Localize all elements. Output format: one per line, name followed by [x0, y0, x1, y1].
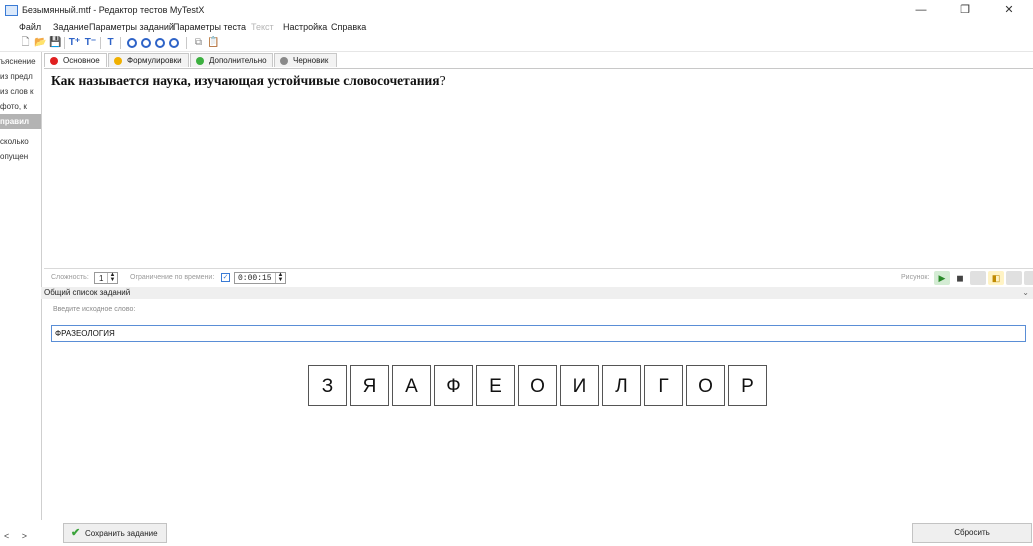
green-dot-icon	[196, 57, 204, 65]
delete-task-icon[interactable]: T⁻	[84, 37, 97, 49]
add-task-icon[interactable]: T⁺	[68, 37, 81, 49]
tab-label: Черновик	[293, 56, 329, 65]
menu-settings[interactable]: Настройка	[283, 22, 327, 32]
nav-next-icon[interactable]	[155, 38, 165, 48]
save-disk-icon[interactable]: 💾	[49, 37, 62, 49]
task-type-icon[interactable]: T	[104, 37, 117, 49]
letter-tile[interactable]: З	[308, 365, 347, 406]
task-properties-bar: Сложность: 1 ▲ ▼ Ограничение по времени: …	[44, 268, 1033, 287]
scroll-left-arrow[interactable]: <	[4, 531, 9, 541]
task-list-item[interactable]: из слов к	[0, 84, 41, 99]
question-mark: ?	[439, 73, 446, 88]
horizontal-scroll[interactable]: < >	[4, 531, 27, 541]
copy-icon[interactable]: ⧉	[192, 37, 205, 49]
difficulty-label: Сложность:	[51, 274, 89, 281]
time-limit-label: Ограничение по времени:	[130, 274, 215, 281]
task-list-item[interactable]	[0, 179, 41, 194]
menu-task-params[interactable]: Параметры заданий	[89, 22, 174, 32]
gray-dot-icon	[280, 57, 288, 65]
title-bar: Безымянный.mtf - Редактор тестов MyTestX…	[0, 0, 1033, 20]
toolbar-separator	[120, 37, 121, 49]
nav-last-icon[interactable]	[169, 38, 179, 48]
insert-picture-icon[interactable]: ▶	[934, 271, 950, 285]
red-dot-icon	[50, 57, 58, 65]
scroll-right-arrow[interactable]: >	[22, 531, 27, 541]
tab-draft[interactable]: Черновик	[274, 53, 337, 67]
source-word-input[interactable]	[51, 325, 1026, 342]
letter-tile[interactable]: А	[392, 365, 431, 406]
menu-test-params[interactable]: Параметры теста	[173, 22, 246, 32]
menu-bar: Файл Задание Параметры заданий Параметры…	[0, 20, 1033, 35]
nav-prev-icon[interactable]	[141, 38, 151, 48]
letter-tile[interactable]: Я	[350, 365, 389, 406]
nav-first-icon[interactable]	[127, 38, 137, 48]
task-list-panel: ъяснение из предл из слов к фото, к прав…	[0, 52, 42, 546]
tab-label: Основное	[63, 56, 100, 65]
toolbar-separator	[64, 37, 65, 49]
letter-tile[interactable]: О	[686, 365, 725, 406]
question-text[interactable]: Как называется наука, изучающая устойчив…	[51, 73, 446, 89]
task-list-item-selected[interactable]: правил	[0, 114, 41, 129]
question-editor[interactable]: Как называется наука, изучающая устойчив…	[44, 69, 1033, 267]
letter-tile[interactable]: Е	[476, 365, 515, 406]
close-button[interactable]: ✕	[987, 0, 1031, 20]
picture-label: Рисунок:	[901, 274, 930, 281]
task-list-item[interactable]	[0, 164, 41, 179]
tab-additional[interactable]: Дополнительно	[190, 53, 273, 67]
task-list-item[interactable]: ъяснение	[0, 54, 41, 69]
picture-slot-icon[interactable]	[970, 271, 986, 285]
picture-slot-icon[interactable]	[1006, 271, 1022, 285]
spinner-arrows-icon[interactable]: ▲ ▼	[275, 272, 285, 283]
save-task-button[interactable]: ✔ Сохранить задание	[63, 523, 167, 543]
yellow-dot-icon	[114, 57, 122, 65]
time-value: 0:00:15	[238, 274, 272, 283]
camera-icon[interactable]: ◼	[952, 271, 968, 285]
general-task-list-header[interactable]: Общий список заданий ⌄	[41, 287, 1033, 299]
difficulty-spinner[interactable]: 1 ▲ ▼	[94, 272, 118, 284]
app-icon	[5, 5, 18, 16]
tab-basic[interactable]: Основное	[44, 53, 107, 67]
task-list-item[interactable]: фото, к	[0, 99, 41, 114]
toolbar-separator	[100, 37, 101, 49]
minimize-button[interactable]: —	[899, 0, 943, 20]
tab-formulations[interactable]: Формулировки	[108, 53, 189, 67]
chevron-down-icon[interactable]: ⌄	[1022, 287, 1029, 299]
letter-tile[interactable]: Г	[644, 365, 683, 406]
menu-help[interactable]: Справка	[331, 22, 366, 32]
paste-picture-icon[interactable]: ◧	[988, 271, 1004, 285]
tab-label: Дополнительно	[209, 56, 267, 65]
toolbar-separator	[186, 37, 187, 49]
spinner-arrows-icon[interactable]: ▲ ▼	[107, 272, 117, 283]
letter-tile[interactable]: О	[518, 365, 557, 406]
reset-button[interactable]: Сбросить	[912, 523, 1032, 543]
open-folder-icon[interactable]: 📂	[34, 37, 47, 49]
window-title: Безымянный.mtf - Редактор тестов MyTestX	[22, 5, 205, 15]
menu-task[interactable]: Задание	[53, 22, 89, 32]
letter-tile[interactable]: Л	[602, 365, 641, 406]
letter-tile[interactable]: Ф	[434, 365, 473, 406]
picture-slot-icon[interactable]	[1024, 271, 1033, 285]
letter-tile[interactable]: И	[560, 365, 599, 406]
word-hint: Введите исходное слово:	[53, 306, 136, 313]
time-limit-checkbox[interactable]: ✓	[221, 273, 230, 282]
save-task-label: Сохранить задание	[85, 529, 158, 538]
bottom-action-bar: ✔ Сохранить задание Сбросить	[41, 520, 1033, 546]
editor-tabs: Основное Формулировки Дополнительно Черн…	[44, 52, 1033, 69]
difficulty-value: 1	[99, 274, 104, 283]
checkmark-icon: ✔	[71, 527, 81, 539]
paste-icon[interactable]: 📋	[207, 37, 220, 49]
task-list-item[interactable]: из предл	[0, 69, 41, 84]
task-list-item[interactable]: опущен	[0, 149, 41, 164]
new-file-icon[interactable]: 🗋	[19, 37, 32, 49]
letter-tile[interactable]: Р	[728, 365, 767, 406]
time-spinner[interactable]: ▲ ▼	[275, 272, 286, 284]
menu-file[interactable]: Файл	[19, 22, 41, 32]
question-body: Как называется наука, изучающая устойчив…	[51, 73, 440, 88]
menu-text[interactable]: Текст	[251, 22, 274, 32]
list-header-title: Общий список заданий	[44, 288, 131, 297]
maximize-button[interactable]: ❐	[943, 0, 987, 20]
toolbar: 🗋 📂 💾 T⁺ T⁻ T ⧉ 📋	[0, 35, 1033, 52]
tab-label: Формулировки	[127, 56, 182, 65]
task-list-item[interactable]: сколько	[0, 134, 41, 149]
